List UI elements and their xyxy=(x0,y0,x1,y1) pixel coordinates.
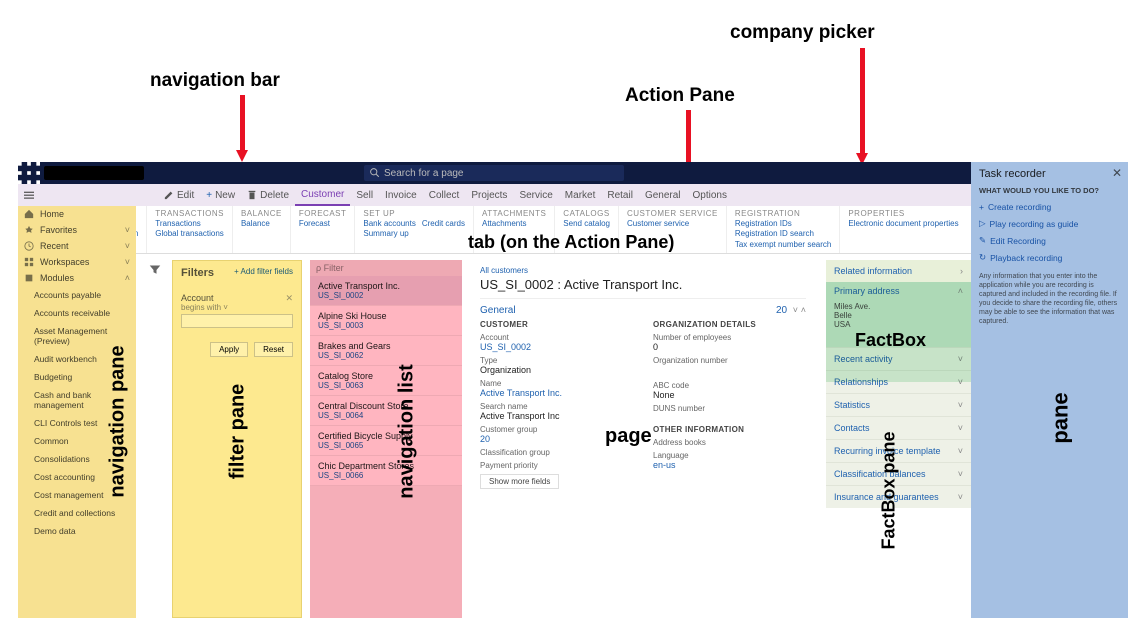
tab-retail[interactable]: Retail xyxy=(601,190,639,201)
nav-modules[interactable]: Modules˄ xyxy=(18,270,136,286)
label-factbox-pane: FactBox pane xyxy=(879,431,900,549)
list-item[interactable]: Brakes and GearsUS_SI_0062 xyxy=(310,336,462,366)
navigation-bar: Search for a page USSI ? xyxy=(18,162,1128,184)
ap-group-registration: REGISTRATION Registration IDs Registrati… xyxy=(727,206,841,253)
name-value[interactable]: Active Transport Inc. xyxy=(480,388,633,398)
list-item[interactable]: Certified Bicycle SupplyUS_SI_0065 xyxy=(310,426,462,456)
list-item[interactable]: Central Discount StoreUS_SI_0064 xyxy=(310,396,462,426)
delete-button[interactable]: Delete xyxy=(241,190,295,201)
label-nav-pane: navigation pane xyxy=(107,345,130,497)
tab-projects[interactable]: Projects xyxy=(465,190,513,201)
nav-favorites[interactable]: Favorites˅ xyxy=(18,222,136,238)
factbox-row[interactable]: Relationships˅ xyxy=(826,370,971,393)
tab-service[interactable]: Service xyxy=(513,190,558,201)
task-question: WHAT WOULD YOU LIKE TO DO? xyxy=(979,186,1120,195)
task-description: Any information that you enter into the … xyxy=(979,272,1120,327)
waffle-icon[interactable] xyxy=(18,162,40,184)
action-bar: Edit +New Delete Customer Sell Invoice C… xyxy=(18,184,1128,206)
list-item[interactable]: Catalog StoreUS_SI_0063 xyxy=(310,366,462,396)
col-other: OTHER INFORMATION xyxy=(653,425,806,434)
new-button[interactable]: +New xyxy=(200,190,241,201)
tab-collect[interactable]: Collect xyxy=(423,190,466,201)
edit-recording-link[interactable]: ✎Edit Recording xyxy=(979,232,1120,249)
list-item[interactable]: Alpine Ski HouseUS_SI_0003 xyxy=(310,306,462,336)
annotation-action-pane: Action Pane xyxy=(625,85,735,107)
product-name-redacted xyxy=(44,166,144,180)
nav-home[interactable]: Home xyxy=(18,206,136,222)
list-item[interactable]: Active Transport Inc.US_SI_0002 xyxy=(310,276,462,306)
label-tab-action-pane: tab (on the Action Pane) xyxy=(468,232,674,253)
close-icon[interactable]: ✕ xyxy=(1112,166,1122,180)
annotation-nav-bar: navigation bar xyxy=(150,70,280,92)
filter-operator[interactable]: begins with ˅ xyxy=(181,303,293,312)
label-factbox: FactBox xyxy=(855,330,926,351)
section-general[interactable]: General 20 ˅ ˄ xyxy=(480,303,806,318)
create-recording-link[interactable]: +Create recording xyxy=(979,199,1120,215)
factbox-header[interactable]: Related information› xyxy=(826,260,971,282)
navlist-filter[interactable]: ρ Filter xyxy=(310,260,462,276)
ap-group-setup: SET UP Bank accounts Summary up Credit c… xyxy=(355,206,474,253)
label-pane: pane xyxy=(1048,392,1074,443)
label-nav-list: navigation list xyxy=(396,364,419,498)
tab-sell[interactable]: Sell xyxy=(350,190,379,201)
account-value[interactable]: US_SI_0002 xyxy=(480,342,633,352)
nav-recent[interactable]: Recent˅ xyxy=(18,238,136,254)
tab-general[interactable]: General xyxy=(639,190,687,201)
apply-button[interactable]: Apply xyxy=(210,342,248,357)
breadcrumb[interactable]: All customers xyxy=(480,266,806,275)
col-org: ORGANIZATION DETAILS xyxy=(653,320,806,329)
factbox-row[interactable]: Statistics˅ xyxy=(826,393,971,416)
hamburger-icon[interactable] xyxy=(18,190,40,200)
label-page: page xyxy=(605,425,652,448)
filter-value-input[interactable] xyxy=(181,314,293,328)
play-recording-link[interactable]: ▷Play recording as guide xyxy=(979,215,1120,232)
search-box[interactable]: Search for a page xyxy=(364,165,624,181)
reset-button[interactable]: Reset xyxy=(254,342,293,357)
module-item[interactable]: Accounts payable xyxy=(32,286,136,304)
ap-group-properties: PROPERTIES Electronic document propertie… xyxy=(840,206,966,253)
ap-group-forecast: FORECAST Forecast xyxy=(291,206,356,253)
annotation-company-picker: company picker xyxy=(730,22,875,44)
playback-recording-link[interactable]: ↻Playback recording xyxy=(979,249,1120,266)
filter-remove-icon[interactable]: ✕ xyxy=(285,293,293,304)
ap-group-balance: BALANCE Balance xyxy=(233,206,291,253)
task-header: Task recorder xyxy=(979,168,1120,180)
filter-header: Filters xyxy=(181,267,214,279)
module-item[interactable]: Credit and collections xyxy=(32,504,136,522)
navigation-list: ρ Filter Active Transport Inc.US_SI_0002… xyxy=(310,260,462,618)
col-customer: CUSTOMER xyxy=(480,320,633,329)
task-recorder-pane: ✕ Task recorder WHAT WOULD YOU LIKE TO D… xyxy=(971,162,1128,618)
ap-group-transactions: TRANSACTIONS Transactions Global transac… xyxy=(147,206,233,253)
page-title: US_SI_0002 : Active Transport Inc. xyxy=(480,277,806,292)
tab-customer[interactable]: Customer xyxy=(295,184,350,206)
tab-market[interactable]: Market xyxy=(559,190,602,201)
label-filter-pane: filter pane xyxy=(226,384,249,480)
tab-options[interactable]: Options xyxy=(687,190,733,201)
tab-invoice[interactable]: Invoice xyxy=(379,190,423,201)
filter-field-label: Account xyxy=(181,293,214,303)
list-item[interactable]: Chic Department StoresUS_SI_0066 xyxy=(310,456,462,486)
search-placeholder: Search for a page xyxy=(384,168,464,179)
module-item[interactable]: Demo data xyxy=(32,522,136,540)
show-more-button[interactable]: Show more fields xyxy=(480,474,559,489)
add-filter-link[interactable]: + Add filter fields xyxy=(234,267,293,276)
module-item[interactable]: Accounts receivable xyxy=(32,304,136,322)
filter-toggle[interactable] xyxy=(144,260,166,300)
nav-workspaces[interactable]: Workspaces˅ xyxy=(18,254,136,270)
edit-button[interactable]: Edit xyxy=(158,190,200,201)
